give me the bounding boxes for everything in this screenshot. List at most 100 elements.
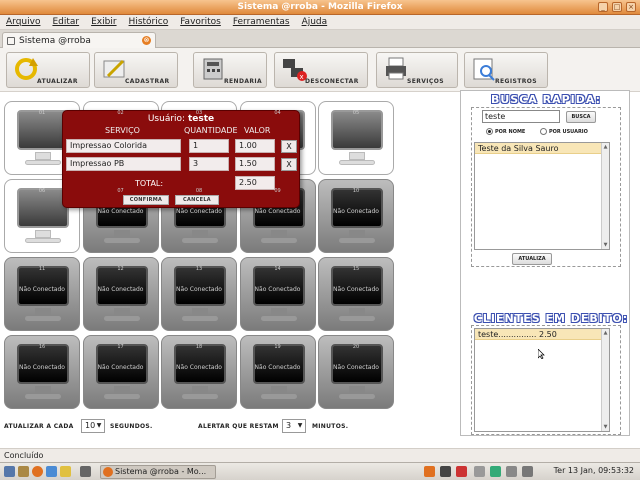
computer-cell[interactable]: 18 Não Conectado bbox=[161, 335, 237, 409]
computer-cell[interactable]: 14 Não Conectado bbox=[239, 257, 316, 331]
tabbar: Sistema @rroba ⊗ bbox=[0, 30, 640, 48]
menu-exibir[interactable]: Exibir bbox=[91, 17, 116, 27]
menubar: Arquivo Editar Exibir Histórico Favorito… bbox=[0, 15, 640, 30]
quantidade-field[interactable]: 3 bbox=[189, 157, 229, 171]
computer-number: 08 bbox=[195, 188, 203, 194]
computer-cell[interactable]: 13 Não Conectado bbox=[161, 257, 237, 331]
menu-arquivo[interactable]: Arquivo bbox=[6, 17, 40, 27]
pencil-icon bbox=[103, 59, 125, 78]
servico-field[interactable]: Impressao PB bbox=[66, 157, 181, 171]
scroll-up-icon[interactable]: ▲ bbox=[602, 143, 609, 151]
busca-input[interactable]: teste bbox=[482, 110, 560, 123]
scroll-down-icon[interactable]: ▼ bbox=[602, 423, 609, 431]
quantidade-field[interactable]: 1 bbox=[189, 139, 229, 153]
clock[interactable]: Ter 13 Jan, 09:53:32 bbox=[554, 466, 634, 475]
firefox-icon[interactable] bbox=[32, 466, 43, 477]
monitor-base bbox=[25, 316, 61, 321]
report-icon bbox=[473, 58, 495, 81]
computer-cell[interactable]: 20 Não Conectado bbox=[318, 335, 394, 409]
atualizar-button[interactable]: ATUALIZAR bbox=[6, 52, 90, 88]
computer-cell[interactable]: 17 Não Conectado bbox=[82, 335, 159, 409]
tray-terminal-icon[interactable] bbox=[440, 466, 451, 477]
atualizar-interval-select[interactable]: 10 ▼ bbox=[81, 419, 105, 433]
scroll-up-icon[interactable]: ▲ bbox=[602, 329, 609, 337]
update-icon[interactable] bbox=[490, 466, 501, 477]
taskbar-window-firefox[interactable]: Sistema @rroba - Mo... bbox=[100, 465, 216, 479]
alertar-minutes-select[interactable]: 3 ▼ bbox=[282, 419, 306, 433]
maximize-button[interactable]: □ bbox=[612, 2, 622, 12]
browser-tab[interactable]: Sistema @rroba ⊗ bbox=[2, 32, 156, 48]
busca-button[interactable]: BUSCA bbox=[566, 111, 596, 123]
monitor-stand bbox=[349, 152, 365, 160]
confirma-button[interactable]: CONFIRMA bbox=[123, 195, 169, 205]
computer-cell[interactable]: 12 Não Conectado bbox=[82, 257, 159, 331]
computer-number: 06 bbox=[38, 188, 46, 194]
monitor-base bbox=[260, 316, 297, 321]
computer-number: 05 bbox=[352, 110, 360, 116]
computer-cell[interactable]: 08 Não Conectado bbox=[161, 179, 237, 253]
show-desktop-icon[interactable] bbox=[80, 466, 91, 477]
computer-cell[interactable]: 19 Não Conectado bbox=[239, 335, 316, 409]
computer-status: Não Conectado bbox=[333, 208, 379, 215]
menu-editar[interactable]: Editar bbox=[52, 17, 79, 27]
menu-favoritos[interactable]: Favoritos bbox=[180, 17, 221, 27]
firefox-icon bbox=[103, 467, 113, 477]
close-button[interactable]: × bbox=[626, 2, 636, 12]
list-item[interactable]: Teste da Silva Sauro bbox=[475, 143, 601, 154]
computer-cell[interactable]: 16 Não Conectado bbox=[4, 335, 80, 409]
cancela-button[interactable]: CANCELA bbox=[175, 195, 219, 205]
cadastrar-button[interactable]: CADASTRAR bbox=[94, 52, 178, 88]
tab-close-icon[interactable]: ⊗ bbox=[142, 36, 151, 45]
radio-por-usuario[interactable]: POR USUARIO bbox=[540, 128, 588, 135]
tray-alert-icon[interactable] bbox=[456, 466, 467, 477]
help-icon[interactable] bbox=[60, 466, 71, 477]
apps-menu-icon[interactable] bbox=[4, 466, 15, 477]
mail-icon[interactable] bbox=[46, 466, 57, 477]
atualizar-interval-value: 10 bbox=[85, 421, 96, 430]
network-icon[interactable] bbox=[474, 466, 485, 477]
monitor-icon bbox=[331, 110, 383, 150]
radio-por-usuario-label: POR USUARIO bbox=[549, 128, 588, 135]
computer-cell[interactable]: 05 bbox=[318, 101, 394, 175]
alertar-label: ALERTAR QUE RESTAM bbox=[198, 423, 279, 430]
rendaria-button[interactable]: RENDARIA bbox=[193, 52, 267, 88]
servico-header: SERVIÇO bbox=[105, 126, 140, 135]
valor-field[interactable]: 1.00 bbox=[235, 139, 275, 153]
scrollbar[interactable]: ▲ ▼ bbox=[601, 143, 609, 249]
volume-icon[interactable] bbox=[522, 466, 533, 477]
battery-icon[interactable] bbox=[506, 466, 517, 477]
list-item[interactable]: teste............... 2.50 bbox=[475, 329, 601, 340]
servico-field[interactable]: Impressao Colorida bbox=[66, 139, 181, 153]
monitor-stand bbox=[35, 152, 51, 160]
busca-results-list[interactable]: Teste da Silva Sauro ▲ ▼ bbox=[474, 142, 610, 250]
computer-number: 04 bbox=[274, 110, 281, 116]
minimize-button[interactable]: _ bbox=[598, 2, 608, 12]
valor-field[interactable]: 1.50 bbox=[235, 157, 275, 171]
computer-number: 16 bbox=[38, 344, 46, 350]
radio-por-nome[interactable]: POR NOME bbox=[486, 128, 525, 135]
computer-status: Não Conectado bbox=[333, 286, 379, 293]
registros-button[interactable]: REGISTROS bbox=[464, 52, 548, 88]
tray-firefox-icon[interactable] bbox=[424, 466, 435, 477]
computer-number: 02 bbox=[117, 110, 124, 116]
scrollbar[interactable]: ▲ ▼ bbox=[601, 329, 609, 431]
menu-ferramentas[interactable]: Ferramentas bbox=[233, 17, 290, 27]
remove-row-button[interactable]: X bbox=[281, 158, 297, 171]
computer-cell[interactable]: 07 Não Conectado bbox=[82, 179, 159, 253]
menu-historico[interactable]: Histórico bbox=[129, 17, 169, 27]
computer-cell[interactable]: 15 Não Conectado bbox=[318, 257, 394, 331]
debito-list[interactable]: teste............... 2.50 ▲ ▼ bbox=[474, 328, 610, 432]
computer-cell[interactable]: 09 Não Conectado bbox=[239, 179, 316, 253]
printer-icon bbox=[386, 57, 406, 80]
scroll-down-icon[interactable]: ▼ bbox=[602, 241, 609, 249]
computer-cell[interactable]: 06 bbox=[4, 179, 80, 253]
remove-row-button[interactable]: X bbox=[281, 140, 297, 153]
computer-number: 13 bbox=[195, 266, 203, 272]
desconectar-button[interactable]: x DESCONECTAR bbox=[274, 52, 368, 88]
places-icon[interactable] bbox=[18, 466, 29, 477]
servicos-button[interactable]: SERVIÇOS bbox=[376, 52, 458, 88]
computer-cell[interactable]: 10 Não Conectado bbox=[318, 179, 394, 253]
atualiza-button[interactable]: ATUALIZA bbox=[512, 253, 552, 265]
menu-ajuda[interactable]: Ajuda bbox=[302, 17, 328, 27]
computer-cell[interactable]: 11 Não Conectado bbox=[4, 257, 80, 331]
